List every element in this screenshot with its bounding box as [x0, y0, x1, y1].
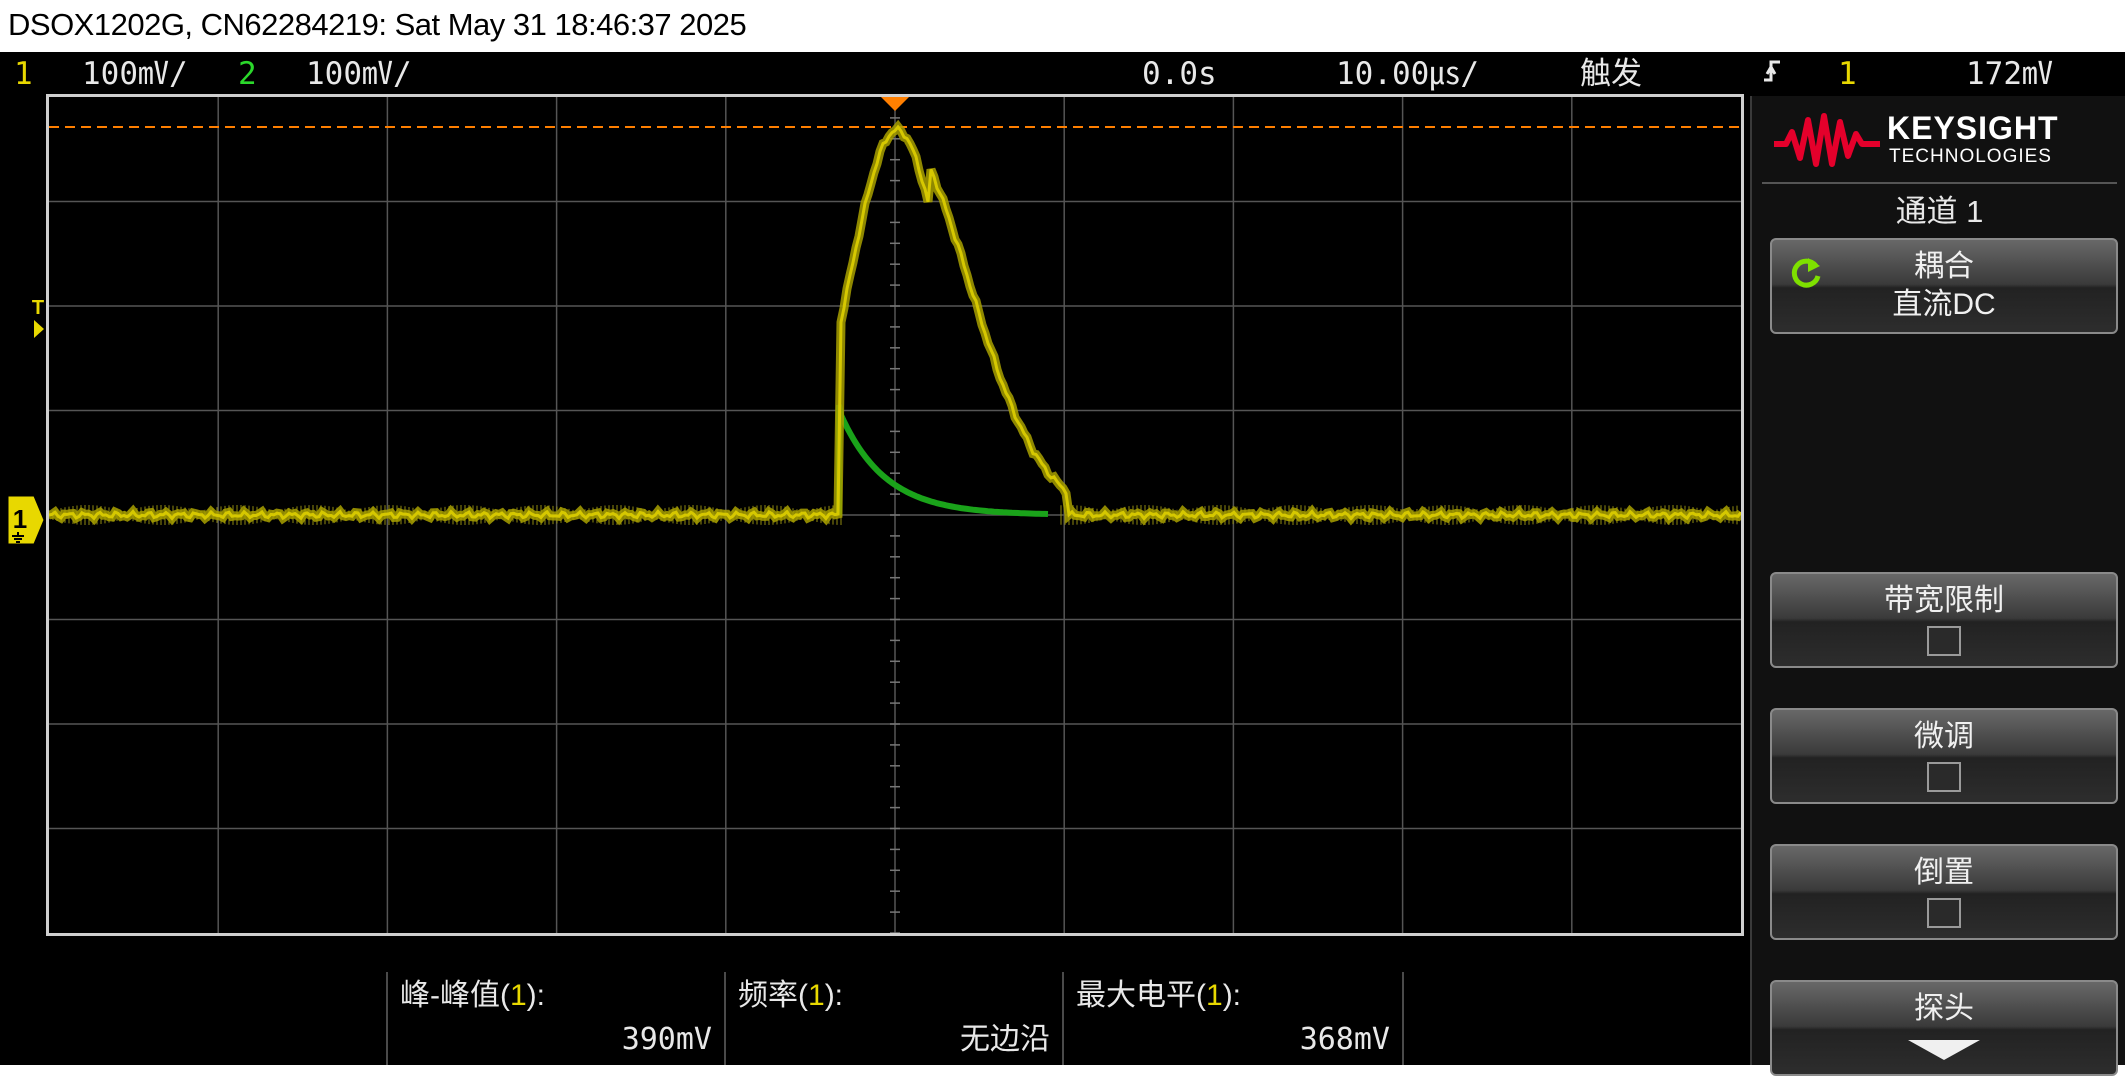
trigger-level-marker[interactable]: T [28, 298, 48, 348]
checkbox-icon [1927, 898, 1961, 928]
softkey-label: 探头 [1914, 992, 1974, 1025]
brand-name: KEYSIGHT [1887, 110, 2059, 146]
checkbox-icon [1927, 762, 1961, 792]
oscilloscope-display: 1 100㎷/ 2 100㎷/ 0.0s 10.00㎲/ 触发 1 172㎷ T… [0, 52, 2125, 1076]
ch1-scale[interactable]: 100㎷/ [82, 52, 188, 96]
probe-softkey[interactable]: 探头 [1770, 980, 2118, 1076]
ch1-number[interactable]: 1 [14, 52, 33, 96]
softkey-label: 带宽限制 [1884, 584, 2004, 617]
coupling-softkey[interactable]: 耦合 直流DC [1770, 238, 2118, 334]
trigger-source[interactable]: 1 [1838, 52, 1857, 96]
keysight-wave-icon [1774, 113, 1880, 167]
menu-title: 通道 1 [1895, 194, 1984, 229]
time-scale-unit: ㎲/ [1429, 56, 1479, 92]
time-delay[interactable]: 0.0s [1142, 52, 1217, 96]
ch1-marker-label: 1 [13, 504, 27, 534]
window-title: DSOX1202G, CN62284219: Sat May 31 18:46:… [0, 0, 2125, 52]
measurement-value: 368mV [1299, 1022, 1390, 1057]
fine-adjust-softkey[interactable]: 微调 [1770, 708, 2118, 804]
measurement-label: 最大电平(1): [1076, 979, 1242, 1012]
waveform-plot [49, 97, 1741, 933]
center-axis-ticks [890, 97, 900, 933]
softkey-panel: KEYSIGHT TECHNOLOGIES 通道 1 耦合 直流DC 带宽限制 … [1750, 96, 2125, 1076]
time-scale-value: 10.00 [1336, 56, 1430, 92]
softkey-value: 直流DC [1892, 288, 1996, 321]
keysight-logo: KEYSIGHT TECHNOLOGIES [1772, 106, 2112, 176]
waveform-graticule[interactable] [46, 94, 1744, 936]
down-arrow-icon [1908, 1040, 1980, 1060]
ch1-scale-unit: ㎷/ [138, 56, 188, 92]
brand-subtitle: TECHNOLOGIES [1889, 146, 2052, 167]
measurement-max-level[interactable]: 最大电平(1): 368mV [1064, 972, 1404, 1065]
bandwidth-limit-softkey[interactable]: 带宽限制 [1770, 572, 2118, 668]
softkey-label: 倒置 [1914, 856, 1974, 889]
trigger-level[interactable]: 172㎷ [1966, 52, 2053, 96]
time-scale[interactable]: 10.00㎲/ [1336, 52, 1479, 96]
ch2-scale[interactable]: 100㎷/ [306, 52, 412, 96]
measurement-peak-to-peak[interactable]: 峰-峰值(1): 390mV [388, 972, 726, 1065]
ch1-scale-value: 100 [82, 56, 138, 92]
trigger-level-value: 172 [1966, 56, 2022, 92]
trigger-marker-label: T [31, 297, 45, 319]
ch2-scale-unit: ㎷/ [362, 56, 412, 92]
ch2-scale-value: 100 [306, 56, 362, 92]
measurement-value: 无边沿 [960, 1022, 1050, 1057]
measurement-label: 峰-峰值(1): [400, 979, 545, 1012]
panel-divider [1762, 182, 2117, 184]
measurement-label: 频率(1): [738, 979, 844, 1012]
trigger-level-unit: ㎷ [2022, 56, 2053, 92]
trigger-marker-arrow-icon [34, 320, 44, 338]
measurement-frequency[interactable]: 频率(1): 无边沿 [726, 972, 1064, 1065]
trigger-label[interactable]: 触发 [1580, 52, 1642, 96]
ch2-number[interactable]: 2 [238, 52, 257, 96]
measurement-bar: 峰-峰值(1): 390mV 频率(1): 无边沿 最大电平(1): 368mV [0, 972, 1744, 1065]
status-bar: 1 100㎷/ 2 100㎷/ 0.0s 10.00㎲/ 触发 1 172㎷ [0, 52, 2125, 96]
invert-softkey[interactable]: 倒置 [1770, 844, 2118, 940]
measurement-spacer [0, 972, 388, 1065]
checkbox-icon [1927, 626, 1961, 656]
trigger-position-icon [881, 97, 909, 111]
measurement-value: 390mV [621, 1022, 712, 1057]
softkey-label: 微调 [1914, 720, 1974, 753]
softkey-label: 耦合 [1914, 250, 1974, 283]
ch1-ground-marker[interactable]: 1 [4, 494, 46, 546]
